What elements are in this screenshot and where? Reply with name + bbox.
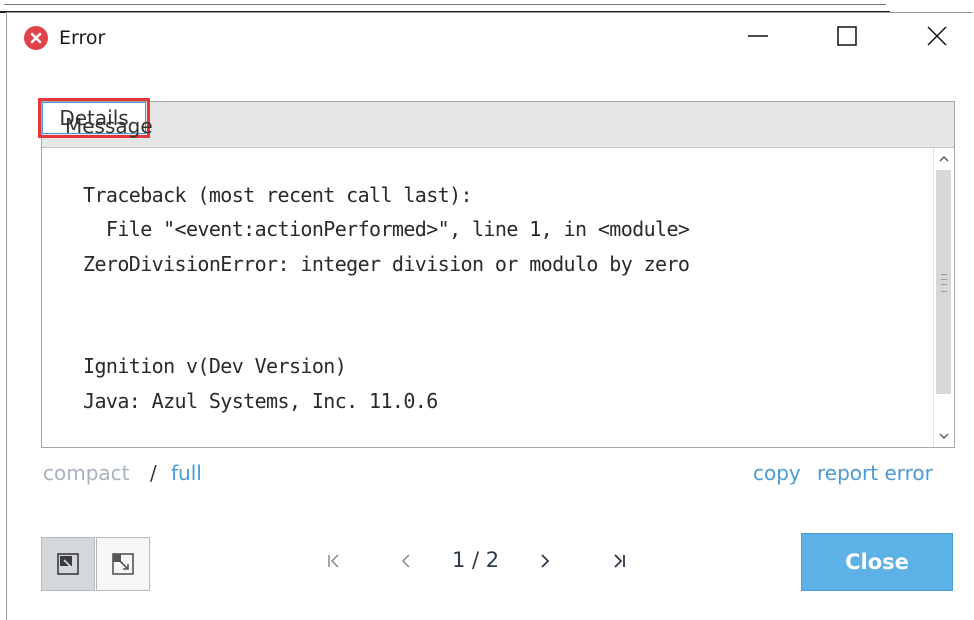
overlay-view-button[interactable] [41,537,95,591]
close-icon [927,26,947,46]
vertical-scrollbar[interactable] [933,148,954,447]
maximize-button[interactable] [824,13,870,59]
minimize-button[interactable] [735,13,781,59]
next-page-button[interactable] [539,553,551,573]
details-line: Java: Azul Systems, Inc. 11.0.6 [83,389,438,413]
tab-message[interactable]: Message [65,114,153,138]
error-icon [24,26,48,50]
previous-page-icon [401,554,410,568]
separate-view-button[interactable] [96,537,150,591]
compact-link[interactable]: compact [43,461,130,485]
window-title: Error [59,27,106,49]
chevron-up-icon [939,156,949,162]
report-error-link[interactable]: report error [817,461,933,485]
tab-strip: Message Details [38,98,954,148]
close-button[interactable]: Close [801,533,953,591]
first-page-button[interactable] [327,553,341,573]
last-page-icon [614,554,625,568]
window-overlay-icon [57,553,79,575]
scroll-up-button[interactable] [934,148,954,170]
window-expand-icon [112,553,134,575]
details-text-area[interactable]: Traceback (most recent call last): File … [42,148,934,447]
details-line: File "<event:actionPerformed>", line 1, … [83,217,690,241]
details-line: Ignition v(Dev Version) [83,354,347,378]
minimize-icon [748,35,768,37]
maximize-icon [837,26,857,46]
scroll-thumb[interactable] [936,170,951,394]
full-link[interactable]: full [171,461,202,485]
title-bar: Error [7,13,973,63]
previous-page-button[interactable] [400,553,412,573]
chevron-down-icon [939,433,949,439]
close-window-button[interactable] [914,13,960,59]
first-page-icon [328,554,339,568]
error-dialog: Error Message Details Traceback (most re… [6,12,973,620]
last-page-button[interactable] [612,553,626,573]
link-separator: / [150,461,157,485]
details-line: ZeroDivisionError: integer division or m… [83,252,690,276]
page-counter: 1 / 2 [452,548,500,572]
error-panel: Message Details Traceback (most recent c… [38,98,955,448]
next-page-icon [541,554,550,568]
scroll-down-button[interactable] [934,425,954,447]
copy-link[interactable]: copy [753,461,801,485]
details-line: Traceback (most recent call last): [83,183,473,207]
